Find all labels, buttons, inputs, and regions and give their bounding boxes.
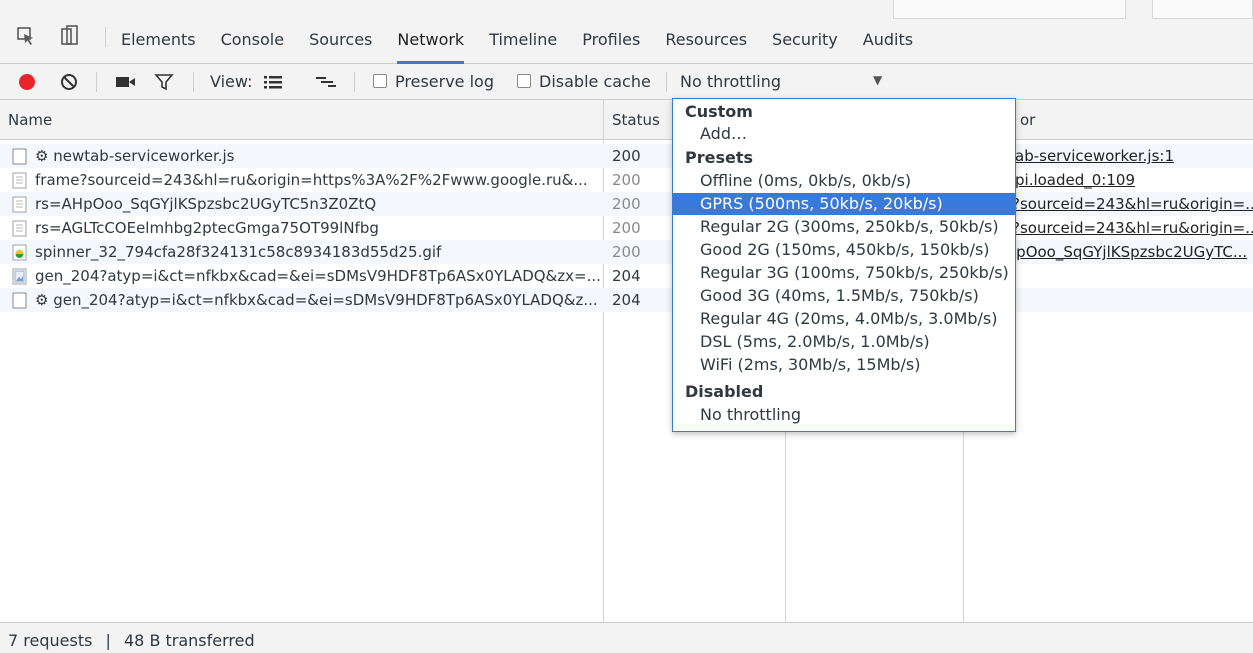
preserve-log-checkbox[interactable] <box>373 74 387 88</box>
menu-item-offline[interactable]: Offline (0ms, 0kb/s, 0kb/s) <box>673 170 1015 192</box>
status-bar: 7 requests | 48 B transferred <box>0 622 1253 653</box>
menu-item-regular-2g[interactable]: Regular 2G (300ms, 250kb/s, 50kb/s) <box>673 216 1015 238</box>
device-mode-icon[interactable] <box>58 25 82 47</box>
background-field <box>1152 0 1253 19</box>
background-field <box>893 0 1126 19</box>
throttling-select[interactable]: No throttling <box>680 71 781 93</box>
request-status: 200 <box>612 195 641 213</box>
table-row[interactable]: rs=AHpOoo_SqGYjlKSpzsbc2UGyTC5n3Z0ZtQ 20… <box>0 192 1253 216</box>
view-label: View: <box>210 72 253 91</box>
summary-separator: | <box>105 631 111 650</box>
chevron-down-icon[interactable]: ▼ <box>873 73 882 87</box>
request-name: ⚙ gen_204?atyp=i&ct=nfkbx&cad=&ei=sDMsV9… <box>35 291 598 309</box>
document-icon <box>12 220 28 238</box>
menu-group-disabled: Disabled <box>685 382 764 401</box>
request-name: rs=AHpOoo_SqGYjlKSpzsbc2UGyTC5n3Z0ZtQ <box>35 195 377 213</box>
tab-profiles[interactable]: Profiles <box>582 30 640 64</box>
document-icon <box>12 196 28 214</box>
request-status: 200 <box>612 243 641 261</box>
table-row[interactable]: ⚙ newtab-serviceworker.js 200 ab-service… <box>0 144 1253 168</box>
request-initiator-link[interactable]: ?sourceid=243&hl=ru&origin=... <box>1012 218 1253 238</box>
tab-console[interactable]: Console <box>221 30 285 64</box>
request-initiator-link[interactable]: pi.loaded_0:109 <box>1015 170 1253 190</box>
menu-item-good-2g[interactable]: Good 2G (150ms, 450kb/s, 150kb/s) <box>673 239 1015 261</box>
large-rows-icon[interactable] <box>262 71 284 93</box>
image-icon <box>12 244 28 262</box>
menu-item-add[interactable]: Add… <box>673 123 1015 145</box>
filter-icon[interactable] <box>153 71 175 93</box>
menu-item-wifi[interactable]: WiFi (2ms, 30Mb/s, 15Mb/s) <box>673 354 1015 376</box>
toolbar-separator <box>354 72 355 92</box>
disable-cache-checkbox[interactable] <box>517 74 531 88</box>
service-worker-icon <box>12 148 28 166</box>
transfer-size: 48 B transferred <box>124 631 255 650</box>
disable-cache-label: Disable cache <box>539 72 651 91</box>
toolbar-separator <box>96 72 97 92</box>
request-status: 200 <box>612 171 641 189</box>
column-header-initiator[interactable]: or <box>1020 110 1035 130</box>
table-row[interactable]: rs=AGLTcCOEelmhbg2ptecGmga75OT99lNfbg 20… <box>0 216 1253 240</box>
menu-item-regular-3g[interactable]: Regular 3G (100ms, 750kb/s, 250kb/s) <box>673 262 1015 284</box>
request-name: gen_204?atyp=i&ct=nfkbx&cad=&ei=sDMsV9HD… <box>35 267 600 285</box>
menu-group-presets: Presets <box>685 148 754 167</box>
request-status: 204 <box>612 291 641 309</box>
table-row[interactable]: ⚙ gen_204?atyp=i&ct=nfkbx&cad=&ei=sDMsV9… <box>0 288 1253 312</box>
network-request-table: Name Status or ⚙ newtab-serviceworker.js… <box>0 100 1253 622</box>
request-name: frame?sourceid=243&hl=ru&origin=https%3A… <box>35 171 588 189</box>
panel-tabs: Elements Console Sources Network Timelin… <box>121 30 938 64</box>
record-button[interactable] <box>16 71 38 93</box>
clear-icon[interactable] <box>58 71 80 93</box>
request-name: ⚙ newtab-serviceworker.js <box>35 147 235 165</box>
menu-item-good-3g[interactable]: Good 3G (40ms, 1.5Mb/s, 750kb/s) <box>673 285 1015 307</box>
table-row[interactable]: gen_204?atyp=i&ct=nfkbx&cad=&ei=sDMsV9HD… <box>0 264 1253 288</box>
request-initiator-link[interactable]: lpOoo_SqGYjlKSpzsbc2UGyTC... <box>1012 242 1253 262</box>
request-status: 200 <box>612 219 641 237</box>
network-toolbar: View: Preserve log Disable cache No thro… <box>0 64 1253 100</box>
menu-item-regular-4g[interactable]: Regular 4G (20ms, 4.0Mb/s, 3.0Mb/s) <box>673 308 1015 330</box>
request-name: spinner_32_794cfa28f324131c58c8934183d55… <box>35 243 442 261</box>
tab-elements[interactable]: Elements <box>121 30 196 64</box>
tab-timeline[interactable]: Timeline <box>489 30 557 64</box>
tab-sources[interactable]: Sources <box>309 30 372 64</box>
image-file-icon <box>12 268 28 286</box>
menu-item-dsl[interactable]: DSL (5ms, 2.0Mb/s, 1.0Mb/s) <box>673 331 1015 353</box>
toolbar-separator <box>666 72 667 92</box>
menu-group-custom: Custom <box>685 102 753 121</box>
overview-icon[interactable] <box>314 71 338 93</box>
tab-resources[interactable]: Resources <box>665 30 747 64</box>
devtools-tab-bar: Elements Console Sources Network Timelin… <box>0 0 1253 64</box>
request-name: rs=AGLTcCOEelmhbg2ptecGmga75OT99lNfbg <box>35 219 379 237</box>
tab-security[interactable]: Security <box>772 30 838 64</box>
request-status: 204 <box>612 267 641 285</box>
menu-item-gprs[interactable]: GPRS (500ms, 50kb/s, 20kb/s) <box>673 193 1015 215</box>
toolbar-separator <box>193 72 194 92</box>
toolbar-separator <box>105 27 106 47</box>
document-icon <box>12 172 28 190</box>
request-count: 7 requests <box>8 631 93 650</box>
tab-network[interactable]: Network <box>397 30 465 64</box>
throttling-dropdown-menu: Custom Add… Presets Offline (0ms, 0kb/s,… <box>672 98 1016 432</box>
service-worker-icon <box>12 292 28 310</box>
column-header-name[interactable]: Name <box>8 110 52 130</box>
column-header-status[interactable]: Status <box>612 110 660 130</box>
request-summary: 7 requests | 48 B transferred <box>8 631 255 651</box>
tab-audits[interactable]: Audits <box>863 30 913 64</box>
request-initiator-link[interactable]: ab-serviceworker.js:1 <box>1015 146 1253 166</box>
menu-item-no-throttling[interactable]: No throttling <box>673 404 1015 426</box>
request-status: 200 <box>612 147 641 165</box>
request-initiator-link[interactable]: ?sourceid=243&hl=ru&origin=... <box>1012 194 1253 214</box>
table-header: Name Status or <box>0 100 1253 140</box>
table-row[interactable]: frame?sourceid=243&hl=ru&origin=https%3A… <box>0 168 1253 192</box>
table-row[interactable]: spinner_32_794cfa28f324131c58c8934183d55… <box>0 240 1253 264</box>
inspect-element-icon[interactable] <box>14 25 38 47</box>
capture-screenshots-icon[interactable] <box>114 71 138 93</box>
preserve-log-label: Preserve log <box>395 72 494 91</box>
